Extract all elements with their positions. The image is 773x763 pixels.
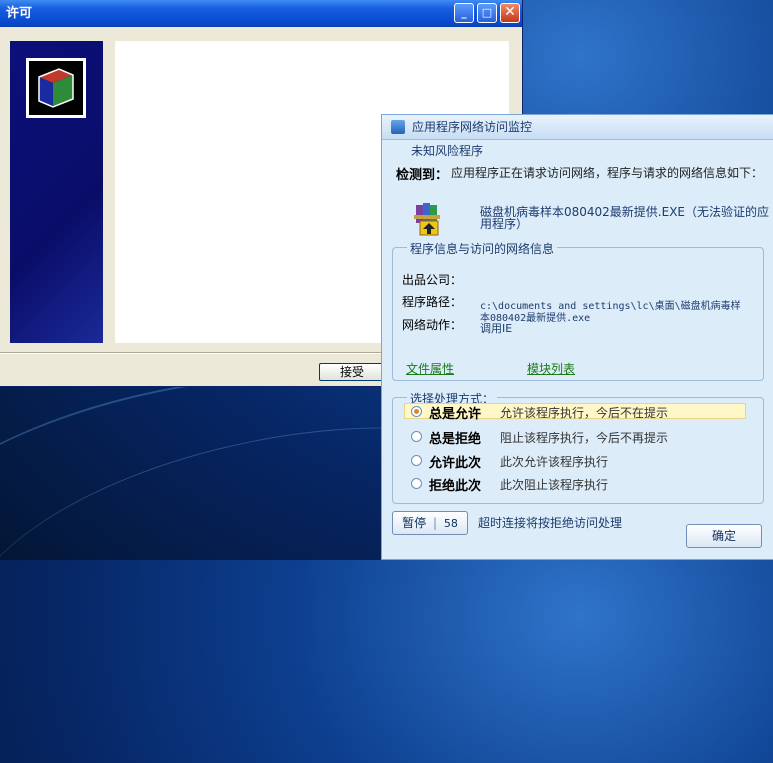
- program-info-group-title: 程序信息与访问的网络信息: [407, 240, 558, 257]
- program-name-line2: 用程序）: [480, 217, 529, 231]
- file-properties-link[interactable]: 文件属性: [406, 360, 454, 377]
- close-icon: ✕: [504, 4, 516, 20]
- option-deny-once-title[interactable]: 拒绝此次: [429, 475, 481, 494]
- path-label: 程序路径：: [402, 295, 463, 309]
- option-always-deny-desc: 阻止该程序执行，今后不再提示: [500, 431, 669, 445]
- option-always-deny-title[interactable]: 总是拒绝: [429, 428, 481, 447]
- module-list-link[interactable]: 模块列表: [527, 360, 575, 377]
- ok-button[interactable]: 确定: [686, 524, 762, 548]
- pause-button[interactable]: 暂停 | 58: [392, 511, 468, 535]
- maximize-icon: □: [481, 6, 493, 19]
- action-label: 网络动作：: [402, 318, 463, 332]
- accept-button[interactable]: 接受: [319, 363, 385, 381]
- monitor-app-icon: [391, 120, 405, 134]
- monitor-title: 应用程序网络访问监控: [412, 120, 533, 134]
- option-allow-once-title[interactable]: 允许此次: [429, 452, 481, 471]
- action-value: 调用IE: [480, 322, 513, 335]
- monitor-titlebar[interactable]: 应用程序网络访问监控: [382, 115, 773, 140]
- risk-label: 未知风险程序: [411, 144, 484, 158]
- detected-text: 应用程序正在请求访问网络，程序与请求的网络信息如下：: [451, 166, 764, 180]
- license-title: 许可: [6, 6, 33, 21]
- option-always-allow-radio[interactable]: [411, 406, 422, 417]
- detected-label: 检测到：: [396, 168, 449, 183]
- company-label: 出品公司：: [402, 273, 463, 287]
- maximize-button[interactable]: □: [477, 3, 497, 23]
- license-titlebar[interactable]: 许可: [0, 0, 522, 27]
- timeout-text: 超时连接将按拒绝访问处理: [478, 516, 623, 530]
- option-always-allow-desc: 允许该程序执行，今后不在提示: [500, 406, 669, 420]
- countdown-value: 58: [443, 517, 458, 530]
- minimize-icon: _: [461, 6, 467, 19]
- pause-label: 暂停: [402, 516, 427, 530]
- winrar-archive-icon: [412, 201, 444, 237]
- option-deny-once-radio[interactable]: [411, 478, 422, 489]
- option-allow-once-radio[interactable]: [411, 455, 422, 466]
- option-allow-once-desc: 此次允许该程序执行: [500, 455, 609, 469]
- option-always-allow-title: 总是允许: [429, 407, 482, 422]
- installer-box-icon: [26, 58, 86, 118]
- option-always-deny-radio[interactable]: [411, 431, 422, 442]
- option-deny-once-desc: 此次阻止该程序执行: [500, 478, 609, 492]
- close-button[interactable]: ✕: [500, 3, 520, 23]
- minimize-button[interactable]: _: [454, 3, 474, 23]
- network-monitor-dialog: 应用程序网络访问监控 未知风险程序 检测到： 应用程序正在请求访问网络，程序与请…: [381, 114, 773, 560]
- license-sidebar: [10, 41, 103, 343]
